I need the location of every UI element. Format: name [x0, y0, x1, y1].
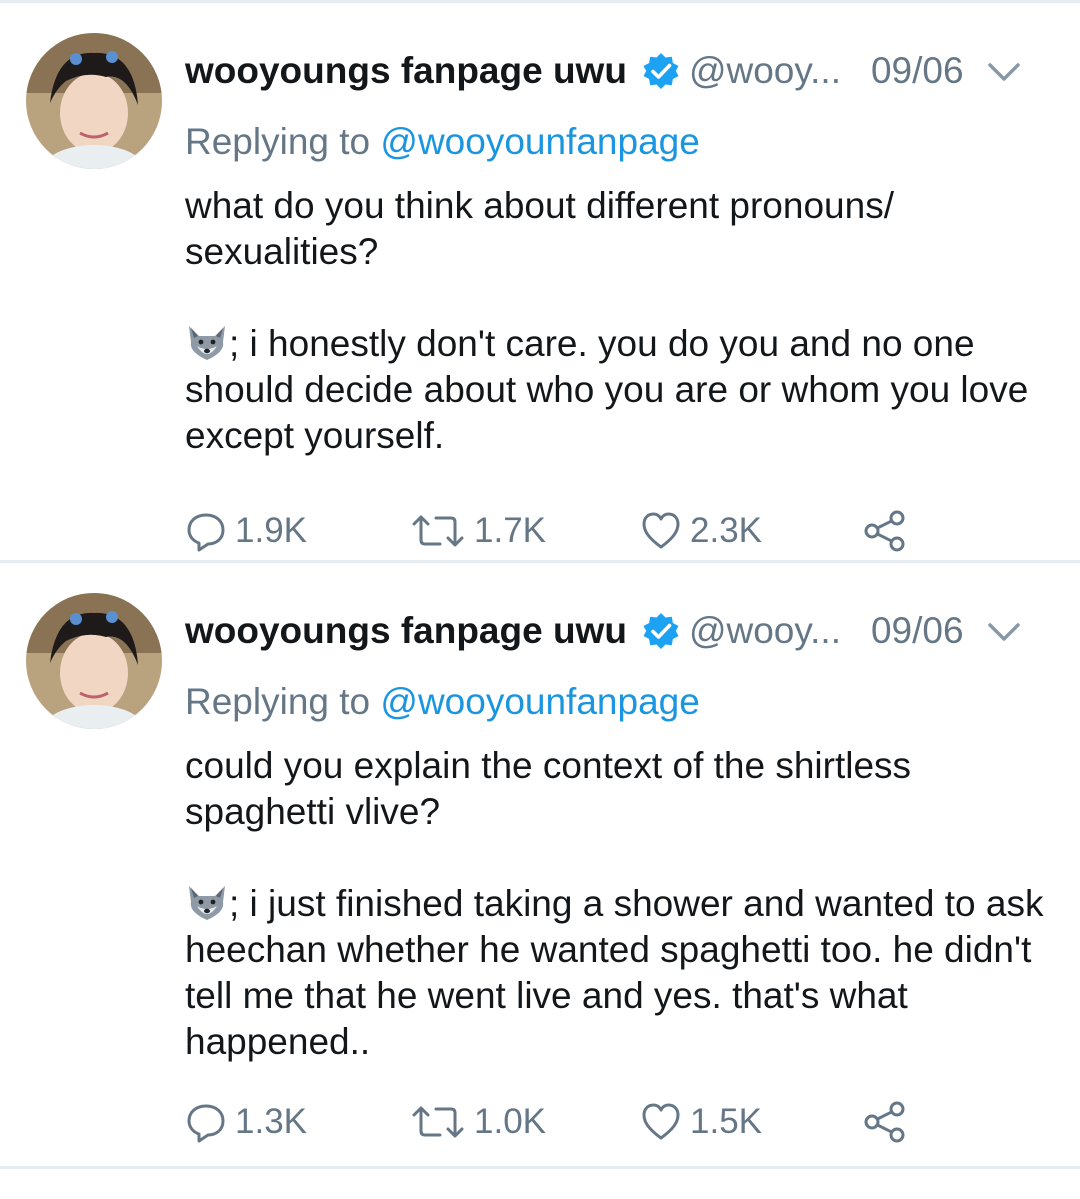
reply-button[interactable]: 1.9K	[185, 506, 307, 556]
like-button[interactable]: 2.3K	[640, 506, 762, 556]
heart-icon	[642, 512, 680, 549]
share-icon	[864, 1101, 905, 1143]
share-icon	[864, 510, 905, 552]
chevron-down-icon[interactable]	[982, 609, 1026, 653]
replying-to-label: Replying to	[185, 121, 371, 162]
mention-link[interactable]: @wooyounfanpage	[380, 121, 699, 162]
reply-icon	[187, 513, 225, 552]
retweet-icon	[412, 1106, 464, 1138]
tweet-date[interactable]: 09/06	[871, 610, 964, 652]
verified-badge-icon	[641, 51, 681, 91]
reply-count: 1.9K	[235, 511, 307, 550]
tweet-text: what do you think about different pronou…	[185, 183, 1055, 459]
wolf-emoji-icon	[185, 322, 229, 362]
like-button[interactable]: 1.5K	[640, 1097, 762, 1147]
avatar[interactable]	[26, 33, 162, 169]
tweet[interactable]: wooyoungs fanpage uwu @wooy... 09/06 Rep…	[0, 3, 1080, 560]
share-button[interactable]	[863, 506, 907, 556]
answer-paragraph: ; i honestly don't care. you do you and …	[185, 321, 1055, 459]
replying-to-line: Replying to @wooyounfanpage	[185, 121, 700, 163]
avatar[interactable]	[26, 593, 162, 729]
tweet-actions: 1.9K 1.7K 2.3K	[185, 506, 945, 556]
replying-to-label: Replying to	[185, 681, 371, 722]
chevron-down-icon[interactable]	[982, 49, 1026, 93]
tweet[interactable]: wooyoungs fanpage uwu @wooy... 09/06 Rep…	[0, 563, 1080, 1166]
like-count: 2.3K	[690, 511, 762, 550]
retweet-count: 1.7K	[474, 511, 546, 550]
author-name[interactable]: wooyoungs fanpage uwu	[185, 610, 627, 652]
bottom-divider	[0, 1166, 1080, 1169]
tweet-actions: 1.3K 1.0K 1.5K	[185, 1097, 945, 1147]
verified-badge-icon	[641, 611, 681, 651]
share-button[interactable]	[863, 1097, 907, 1147]
retweet-icon	[412, 515, 464, 547]
answer-paragraph: ; i just finished taking a shower and wa…	[185, 881, 1055, 1065]
retweet-button[interactable]: 1.7K	[410, 506, 546, 556]
retweet-button[interactable]: 1.0K	[410, 1097, 546, 1147]
mention-link[interactable]: @wooyounfanpage	[380, 681, 699, 722]
author-handle[interactable]: @wooy...	[689, 50, 841, 92]
retweet-count: 1.0K	[474, 1102, 546, 1141]
author-name[interactable]: wooyoungs fanpage uwu	[185, 50, 627, 92]
wolf-emoji-icon	[185, 882, 229, 922]
heart-icon	[642, 1103, 680, 1140]
reply-button[interactable]: 1.3K	[185, 1097, 307, 1147]
tweet-text: could you explain the context of the shi…	[185, 743, 1055, 1065]
replying-to-line: Replying to @wooyounfanpage	[185, 681, 700, 723]
reply-icon	[187, 1104, 225, 1143]
answer-text: ; i just finished taking a shower and wa…	[185, 883, 1044, 1062]
like-count: 1.5K	[690, 1102, 762, 1141]
question-text: what do you think about different pronou…	[185, 185, 894, 272]
author-handle[interactable]: @wooy...	[689, 610, 841, 652]
reply-count: 1.3K	[235, 1102, 307, 1141]
tweet-date[interactable]: 09/06	[871, 50, 964, 92]
tweet-header: wooyoungs fanpage uwu @wooy... 09/06	[185, 601, 1050, 661]
question-text: could you explain the context of the shi…	[185, 745, 912, 832]
tweet-header: wooyoungs fanpage uwu @wooy... 09/06	[185, 41, 1050, 101]
answer-text: ; i honestly don't care. you do you and …	[185, 323, 1029, 456]
